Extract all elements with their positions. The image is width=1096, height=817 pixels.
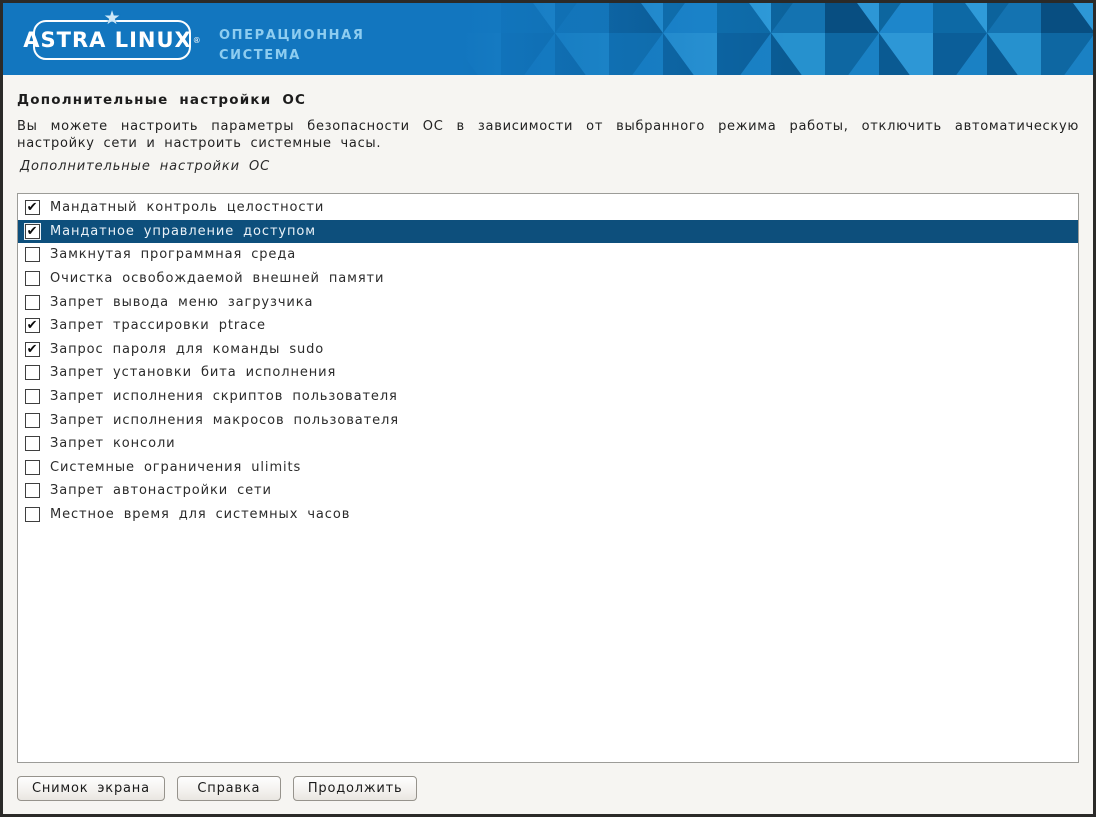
content-area: Дополнительные настройки ОС Вы можете на… [3,75,1093,814]
checkbox[interactable] [25,436,40,451]
checkbox[interactable]: ✔ [25,200,40,215]
option-label: Очистка освобождаемой внешней памяти [50,271,384,286]
screenshot-button[interactable]: Снимок экрана [17,776,165,801]
checkbox[interactable] [25,365,40,380]
page-description: Вы можете настроить параметры безопаснос… [17,118,1079,152]
list-item[interactable]: Системные ограничения ulimits [18,456,1078,480]
list-item[interactable]: ✔ Мандатное управление доступом [18,220,1078,244]
option-label: Запрет исполнения макросов пользователя [50,413,399,428]
list-item[interactable]: Замкнутая программная среда [18,243,1078,267]
list-item[interactable]: ✔ Запрос пароля для команды sudo [18,338,1078,362]
logo-text: ASTRA LINUX [23,28,191,52]
option-label: Запрет трассировки ptrace [50,318,266,333]
brand-caption: ОПЕРАЦИОННАЯ СИСТЕМА [219,26,364,66]
checkbox[interactable] [25,247,40,262]
checkbox[interactable]: ✔ [25,342,40,357]
option-label: Мандатный контроль целостности [50,200,324,215]
option-label: Замкнутая программная среда [50,247,296,262]
option-label: Запрет консоли [50,436,176,451]
checkbox[interactable] [25,389,40,404]
list-item[interactable]: Запрет консоли [18,432,1078,456]
list-item[interactable]: Местное время для системных часов [18,503,1078,527]
checkbox[interactable] [25,507,40,522]
list-item[interactable]: Запрет автонастройки сети [18,479,1078,503]
checkbox[interactable] [25,413,40,428]
installer-window: ★ ASTRA LINUX® ОПЕРАЦИОННАЯ СИСТЕМА Допо… [0,0,1096,817]
checkbox[interactable] [25,460,40,475]
checkbox[interactable] [25,271,40,286]
star-icon: ★ [103,9,120,28]
list-item[interactable]: Запрет установки бита исполнения [18,361,1078,385]
astra-linux-logo: ★ ASTRA LINUX® [33,20,191,60]
option-label: Запрет установки бита исполнения [50,365,336,380]
list-item[interactable]: Запрет вывода меню загрузчика [18,290,1078,314]
continue-button[interactable]: Продолжить [293,776,418,801]
checkbox[interactable] [25,295,40,310]
list-item[interactable]: ✔ Мандатный контроль целостности [18,196,1078,220]
list-item[interactable]: Запрет исполнения макросов пользователя [18,408,1078,432]
header-banner: ★ ASTRA LINUX® ОПЕРАЦИОННАЯ СИСТЕМА [3,3,1093,75]
list-item[interactable]: ✔ Запрет трассировки ptrace [18,314,1078,338]
checkbox[interactable]: ✔ [25,318,40,333]
brand-line1: ОПЕРАЦИОННАЯ [219,26,364,46]
options-list: ✔ Мандатный контроль целостности ✔ Манда… [17,193,1079,763]
checkbox[interactable]: ✔ [25,224,40,239]
footer-bar: Снимок экрана Справка Продолжить [17,776,1079,801]
registered-mark: ® [193,36,201,45]
checkbox[interactable] [25,483,40,498]
list-caption: Дополнительные настройки ОС [20,159,1079,174]
option-label: Запрет вывода меню загрузчика [50,295,313,310]
list-item[interactable]: Запрет исполнения скриптов пользователя [18,385,1078,409]
option-label: Запрос пароля для команды sudo [50,342,324,357]
option-label: Запрет автонастройки сети [50,483,272,498]
option-label: Местное время для системных часов [50,507,350,522]
page-title: Дополнительные настройки ОС [3,75,1093,108]
option-label: Запрет исполнения скриптов пользователя [50,389,398,404]
list-item[interactable]: Очистка освобождаемой внешней памяти [18,267,1078,291]
brand-line2: СИСТЕМА [219,46,364,66]
option-label: Мандатное управление доступом [50,224,316,239]
help-button[interactable]: Справка [177,776,281,801]
option-label: Системные ограничения ulimits [50,460,301,475]
